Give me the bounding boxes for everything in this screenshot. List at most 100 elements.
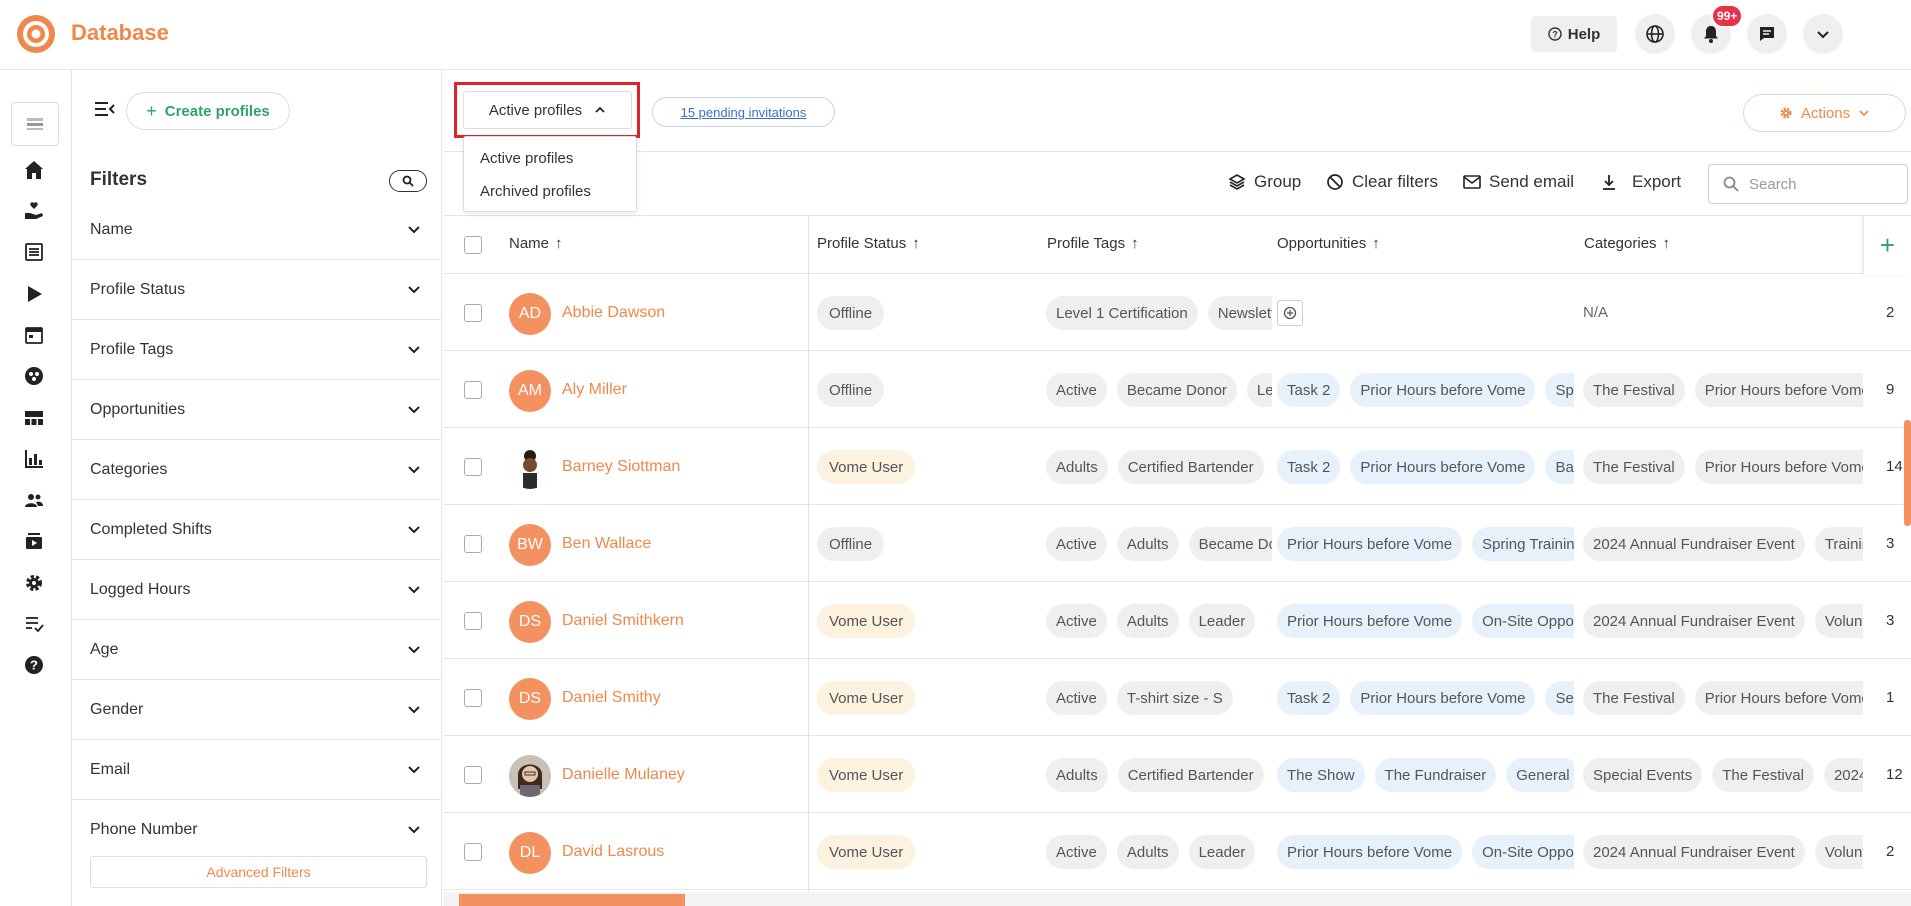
filter-profile-status[interactable]: Profile Status [72,260,441,320]
group-button[interactable]: Group [1228,172,1301,192]
table-row[interactable]: BW Ben Wallace Offline Active Adults Became D… [443,505,1911,582]
select-all-checkbox[interactable] [464,236,482,254]
row-checkbox[interactable] [464,458,482,476]
table-row[interactable]: Barney Siottman Vome User Adults Certified … [443,428,1911,505]
status-badge: Vome User [817,604,916,638]
send-email-button[interactable]: Send email [1463,172,1574,192]
table-row[interactable]: AD Abbie Dawson Offline Level 1 Certificati… [443,274,1911,351]
row-checkbox[interactable] [464,766,482,784]
column-header-profile-tags[interactable]: Profile Tags ↑ [1047,235,1139,252]
menu-item-active-profiles[interactable]: Active profiles [480,150,573,167]
actions-button[interactable]: Actions [1743,94,1906,132]
extra-column-value: 3 [1886,612,1895,629]
account-menu-button[interactable] [1803,14,1843,54]
filter-name[interactable]: Name [72,200,441,260]
filter-gender[interactable]: Gender [72,680,441,740]
opportunity-pill: Spring Training [1545,373,1574,407]
tag-pill: Level 1 Certification [1046,296,1198,330]
column-header-categories[interactable]: Categories ↑ [1584,235,1670,252]
menu-item-archived-profiles[interactable]: Archived profiles [480,183,591,200]
language-button[interactable] [1635,14,1675,54]
avatar: DS [509,678,551,720]
advanced-filters-button[interactable]: Advanced Filters [90,856,427,888]
avatar [509,447,551,489]
column-header-profile-status[interactable]: Profile Status ↑ [817,235,920,252]
tag-pill: Active [1046,373,1107,407]
profile-name-link[interactable]: Daniel Smithkern [562,612,684,630]
help-icon[interactable]: ? [22,653,46,677]
extra-column-value: 2 [1886,304,1895,321]
layers-icon [1228,173,1246,191]
board-icon[interactable] [22,406,46,430]
scrollbar-thumb[interactable] [459,894,685,906]
people-icon[interactable] [22,488,46,512]
row-checkbox[interactable] [464,612,482,630]
table-row[interactable]: DL David Lasrous Vome User Active Adults Lead… [443,813,1911,890]
profile-name-link[interactable]: Daniel Smithy [562,689,661,707]
add-column-button[interactable]: + [1863,216,1911,274]
reports-icon[interactable] [22,447,46,471]
media-library-icon[interactable] [22,529,46,553]
volunteer-hand-icon[interactable] [22,199,46,223]
help-button[interactable]: ? Help [1531,16,1617,52]
chevron-down-icon [407,523,421,537]
tag-pill: Leader [1188,604,1256,638]
opportunity-pill: Prior Hours before Vome [1277,527,1463,561]
filter-search-button[interactable] [389,170,427,192]
checklist-icon[interactable] [22,612,46,636]
filter-age[interactable]: Age [72,620,441,680]
search-input[interactable]: Search [1708,164,1908,204]
row-checkbox[interactable] [464,843,482,861]
profile-name-link[interactable]: Danielle Mulaney [562,766,685,784]
table-row[interactable]: DS Daniel Smithy Vome User Active T-shirt si… [443,659,1911,736]
filter-logged-hours[interactable]: Logged Hours [72,560,441,620]
opportunity-pill: The Fundraiser [1374,758,1497,792]
categories-cell: Special Events The Festival 2024 Annual [1583,758,1863,792]
vertical-scrollbar[interactable] [1904,420,1911,526]
play-icon[interactable] [22,282,46,306]
opportunities-cell: The Show The Fundraiser General [1277,758,1574,792]
groups-icon[interactable] [22,364,46,388]
filter-email[interactable]: Email [72,740,441,800]
export-button[interactable]: Export [1600,172,1681,192]
opportunities-cell: Prior Hours before Vome On-Site Opportuni… [1277,835,1574,869]
download-icon [1600,173,1618,191]
column-header-opportunities[interactable]: Opportunities ↑ [1277,235,1380,252]
profile-name-link[interactable]: Barney Siottman [562,458,680,476]
pending-invitations-link[interactable]: 15 pending invitations [652,97,835,127]
messages-button[interactable] [1747,14,1787,54]
gear-icon[interactable] [22,571,46,595]
profile-name-link[interactable]: David Lasrous [562,843,664,861]
org-logo-button[interactable] [11,102,59,146]
filter-phone-number[interactable]: Phone Number [72,800,441,860]
row-checkbox[interactable] [464,381,482,399]
filter-completed-shifts[interactable]: Completed Shifts [72,500,441,560]
clear-filters-button[interactable]: Clear filters [1326,172,1438,192]
profile-name-link[interactable]: Abbie Dawson [562,304,665,322]
row-checkbox[interactable] [464,304,482,322]
profile-view-dropdown[interactable]: Active profiles [463,91,632,129]
filter-opportunities[interactable]: Opportunities [72,380,441,440]
calendar-icon[interactable] [22,323,46,347]
profile-name-link[interactable]: Aly Miller [562,381,627,399]
app-logo-icon[interactable] [15,13,57,55]
create-profiles-button[interactable]: + Create profiles [126,92,290,130]
row-checkbox[interactable] [464,535,482,553]
status-badge: Vome User [817,835,916,869]
filter-categories[interactable]: Categories [72,440,441,500]
filter-profile-tags[interactable]: Profile Tags [72,320,441,380]
profile-name-link[interactable]: Ben Wallace [562,535,651,553]
add-opportunity-button[interactable] [1277,300,1303,326]
tag-pill: Certified Bartender [1117,758,1264,792]
opportunity-pill: General [1506,758,1574,792]
table-row[interactable]: Danielle Mulaney Vome User Adults Certified… [443,736,1911,813]
collapse-sidebar-icon[interactable] [94,100,116,118]
column-header-name[interactable]: Name ↑ [509,235,563,252]
row-checkbox[interactable] [464,689,482,707]
tag-pill: T-shirt size - S [1116,681,1233,715]
home-icon[interactable] [22,158,46,182]
table-row[interactable]: AM Aly Miller Offline Active Became Donor Lea… [443,351,1911,428]
list-icon[interactable] [22,240,46,264]
table-row[interactable]: DS Daniel Smithkern Vome User Active Adults L… [443,582,1911,659]
horizontal-scrollbar[interactable] [443,892,1911,906]
